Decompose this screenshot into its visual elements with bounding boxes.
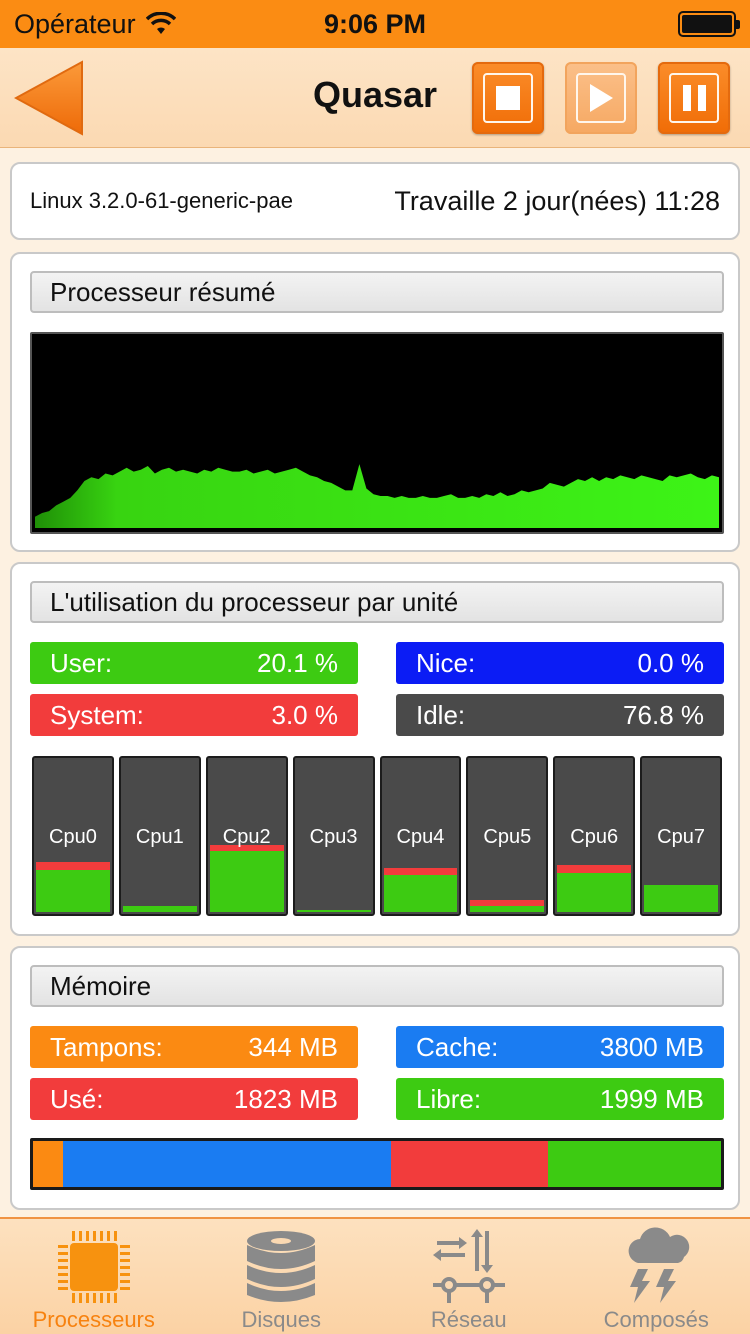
memory-header: Mémoire <box>30 965 724 1007</box>
cpu-core-label: Cpu6 <box>570 826 619 848</box>
memory-bar-free <box>548 1141 721 1187</box>
cpu-core-system-fill <box>557 865 632 873</box>
system-info-card: Linux 3.2.0-61-generic-pae Travaille 2 j… <box>10 162 740 240</box>
user-stat-label: User: <box>50 647 113 678</box>
cpu-load-area <box>35 464 719 528</box>
nav-bar: Quasar <box>0 48 750 148</box>
cpu-core-label: Cpu1 <box>135 826 184 848</box>
cpu-core-0: Cpu0 <box>32 756 114 916</box>
carrier-label: Opérateur <box>14 8 136 39</box>
uptime: Travaille 2 jour(nées) 11:28 <box>394 185 720 216</box>
processor-summary-header: Processeur résumé <box>30 271 724 313</box>
nice-stat: Nice: 0.0 % <box>396 642 724 684</box>
cache-stat-label: Cache: <box>416 1031 499 1062</box>
battery-icon <box>678 11 740 37</box>
network-arrows-icon <box>432 1229 505 1303</box>
cpu-core-user-fill <box>122 905 197 912</box>
stop-icon <box>483 73 533 123</box>
carrier-group: Opérateur <box>14 9 176 40</box>
storm-cloud-icon <box>628 1227 690 1303</box>
nice-stat-label: Nice: <box>416 647 476 678</box>
user-stat: User: 20.1 % <box>30 642 358 684</box>
play-icon <box>576 73 626 123</box>
cpu-core-user-fill <box>209 851 284 912</box>
tab-processors[interactable]: Processeurs <box>0 1219 188 1334</box>
system-stat-label: System: <box>50 699 144 730</box>
memory-bar-cache <box>62 1141 391 1187</box>
unit-usage-card: L'utilisation du processeur par unité Us… <box>10 562 740 936</box>
pause-icon <box>669 73 719 123</box>
idle-stat-value: 76.8 % <box>623 699 704 730</box>
buffers-stat-label: Tampons: <box>50 1031 163 1062</box>
free-stat: Libre: 1999 MB <box>396 1078 724 1120</box>
tab-network-label: Réseau <box>430 1307 507 1332</box>
tab-disks[interactable]: Disques <box>188 1219 376 1334</box>
cpu-core-label: Cpu0 <box>49 826 97 848</box>
back-button[interactable] <box>13 60 86 136</box>
cpu-core-user-fill <box>36 869 110 912</box>
cpu-core-5: Cpu5 <box>466 756 549 916</box>
cpu-core-system-fill <box>36 862 110 870</box>
wifi-icon <box>145 12 176 34</box>
cpu-core-2: Cpu2 <box>205 756 288 916</box>
cpu-core-4: Cpu4 <box>379 756 462 916</box>
tab-composites[interactable]: Composés <box>563 1219 750 1334</box>
cpu-load-graph <box>30 332 724 534</box>
cpu-core-7: Cpu7 <box>640 756 722 916</box>
user-stat-value: 20.1 % <box>257 647 338 678</box>
cpu-core-user-fill <box>296 910 371 912</box>
cpu-core-label: Cpu5 <box>483 826 532 848</box>
cpu-core-system-fill <box>470 899 545 906</box>
cpu-core-user-fill <box>470 905 545 912</box>
cache-stat-value: 3800 MB <box>599 1031 704 1062</box>
memory-card: Mémoire Tampons: 344 MB Cache: 3800 MB U… <box>10 946 740 1210</box>
cpu-core-system-fill <box>383 868 458 875</box>
tab-composites-label: Composés <box>603 1307 709 1332</box>
tab-processors-label: Processeurs <box>32 1307 155 1332</box>
memory-usage-bar <box>30 1138 724 1190</box>
cpu-core-label: Cpu2 <box>222 826 271 848</box>
unit-usage-header: L'utilisation du processeur par unité <box>30 581 724 623</box>
play-button[interactable] <box>565 62 637 134</box>
idle-stat: Idle: 76.8 % <box>396 694 724 736</box>
cpu-core-user-fill <box>383 874 458 912</box>
used-stat-value: 1823 MB <box>233 1083 338 1114</box>
cpu-core-label: Cpu7 <box>657 826 705 848</box>
cpu-core-user-fill <box>557 873 632 912</box>
cpu-core-user-fill <box>644 885 718 912</box>
cpu-core-6: Cpu6 <box>553 756 636 916</box>
processor-summary-card: Processeur résumé <box>10 252 740 552</box>
tab-disks-label: Disques <box>241 1307 321 1332</box>
cpu-core-1: Cpu1 <box>118 756 201 916</box>
cache-stat: Cache: 3800 MB <box>396 1026 724 1068</box>
tab-network[interactable]: Réseau <box>375 1219 563 1334</box>
used-stat-label: Usé: <box>50 1083 104 1114</box>
pause-button[interactable] <box>658 62 730 134</box>
disk-stack-icon <box>247 1231 316 1302</box>
memory-bar-used <box>390 1141 549 1187</box>
system-stat: System: 3.0 % <box>30 694 358 736</box>
nice-stat-value: 0.0 % <box>637 647 705 678</box>
back-arrow-icon <box>13 60 83 136</box>
buffers-stat: Tampons: 344 MB <box>30 1026 358 1068</box>
page-title: Quasar <box>312 74 438 115</box>
cpu-cores: Cpu0 Cpu1 Cpu2 Cpu3 Cpu4 Cpu5 Cpu6 Cpu7 <box>32 756 722 916</box>
tab-bar: Processeurs Disques Réseau Composés <box>0 1217 750 1334</box>
idle-stat-label: Idle: <box>416 699 466 730</box>
free-stat-label: Libre: <box>416 1083 482 1114</box>
cpu-core-label: Cpu3 <box>309 826 358 848</box>
used-stat: Usé: 1823 MB <box>30 1078 358 1120</box>
stop-button[interactable] <box>472 62 544 134</box>
memory-bar-buffers <box>33 1141 63 1187</box>
kernel-version: Linux 3.2.0-61-generic-pae <box>30 188 293 213</box>
cpu-chip-icon <box>57 1231 130 1303</box>
cpu-load-chart <box>35 464 719 528</box>
cpu-core-label: Cpu4 <box>396 826 445 848</box>
system-stat-value: 3.0 % <box>271 699 339 730</box>
free-stat-value: 1999 MB <box>599 1083 704 1114</box>
buffers-stat-value: 344 MB <box>248 1031 338 1062</box>
status-bar: Opérateur 9:06 PM <box>0 0 750 48</box>
cpu-core-3: Cpu3 <box>292 756 375 916</box>
